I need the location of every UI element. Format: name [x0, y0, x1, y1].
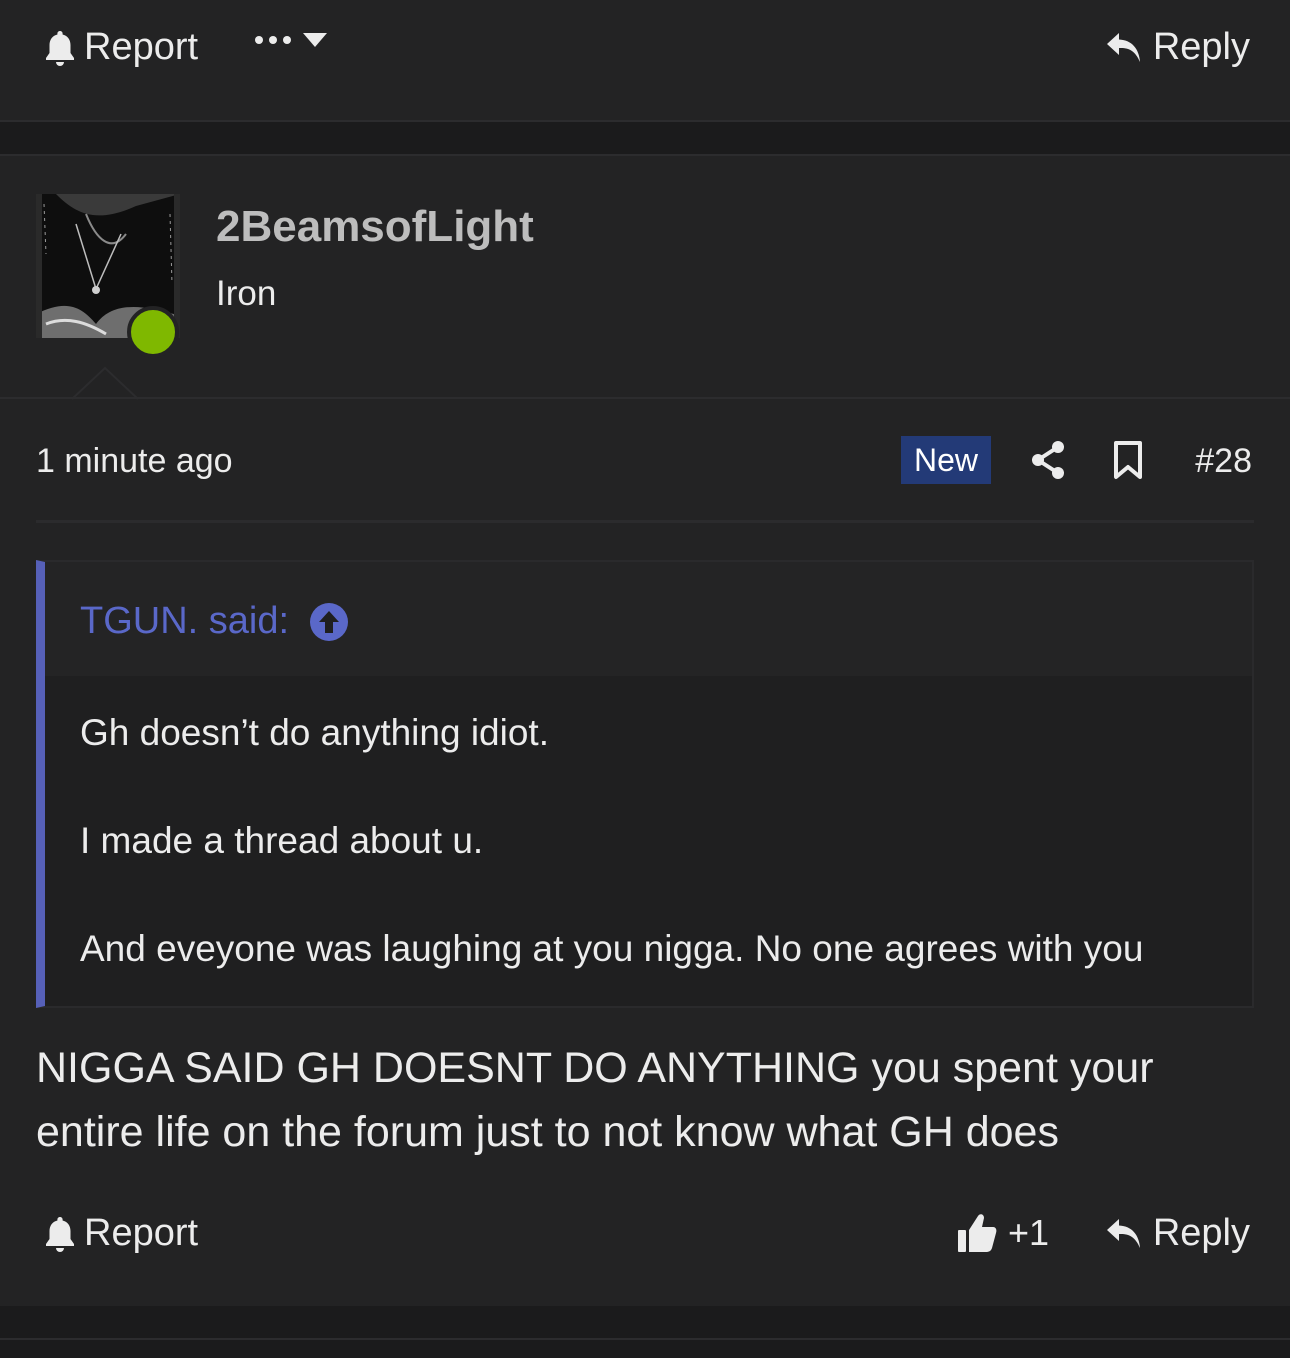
bell-icon: [44, 29, 76, 67]
caret-down-icon: [302, 32, 328, 48]
reply-arrow-icon: [1105, 31, 1143, 65]
report-label: Report: [84, 26, 199, 68]
reply-button[interactable]: Reply: [1105, 1212, 1250, 1255]
reaction-button[interactable]: +1: [956, 1212, 1049, 1254]
post-meta: 1 minute ago New #28: [36, 436, 1254, 490]
bell-icon: [44, 1215, 76, 1253]
reply-label: Reply: [1152, 1212, 1250, 1254]
online-status-indicator: [127, 306, 179, 358]
page-bottom-divider: [0, 1338, 1290, 1340]
quote-line: Gh doesn’t do anything idiot.: [80, 712, 549, 753]
reply-button[interactable]: Reply: [1105, 26, 1250, 69]
header-pointer: [72, 366, 138, 400]
quote-author: TGUN. said:: [80, 600, 290, 642]
arrow-up-circle-icon[interactable]: [309, 602, 349, 642]
post-body: NIGGA SAID GH DOESNT DO ANYTHING you spe…: [36, 1044, 1154, 1156]
header-divider: [0, 397, 1290, 399]
bookmark-icon[interactable]: [1112, 440, 1144, 480]
report-button[interactable]: Report: [44, 1212, 198, 1255]
share-icon[interactable]: [1030, 440, 1066, 480]
post: 2BeamsofLight Iron 1 minute ago New #28 …: [0, 154, 1290, 1306]
post-number-link[interactable]: #28: [1195, 442, 1252, 481]
more-options-button[interactable]: [254, 32, 336, 48]
report-label: Report: [84, 1212, 199, 1254]
report-button[interactable]: Report: [44, 26, 198, 69]
previous-post-actions: Report Reply: [0, 0, 1290, 122]
post-timestamp[interactable]: 1 minute ago: [36, 442, 233, 481]
username[interactable]: 2BeamsofLight: [216, 202, 534, 252]
reply-arrow-icon: [1105, 1217, 1143, 1251]
quote-author-link[interactable]: TGUN. said:: [80, 600, 349, 643]
meta-divider: [36, 520, 1254, 523]
ellipsis-icon: [254, 33, 294, 47]
thumbs-up-icon: [956, 1212, 998, 1254]
reply-label: Reply: [1152, 26, 1250, 68]
user-title: Iron: [216, 274, 277, 313]
quote-line: And eveyone was laughing at you nigga. N…: [80, 928, 1144, 969]
user-header: 2BeamsofLight Iron: [0, 156, 1290, 400]
quote-header: TGUN. said:: [45, 562, 1252, 676]
new-badge: New: [901, 436, 991, 484]
quote-block: TGUN. said: Gh doesn’t do anything idiot…: [36, 560, 1254, 1008]
quote-line: I made a thread about u.: [80, 820, 484, 861]
reaction-count: +1: [1008, 1212, 1050, 1253]
